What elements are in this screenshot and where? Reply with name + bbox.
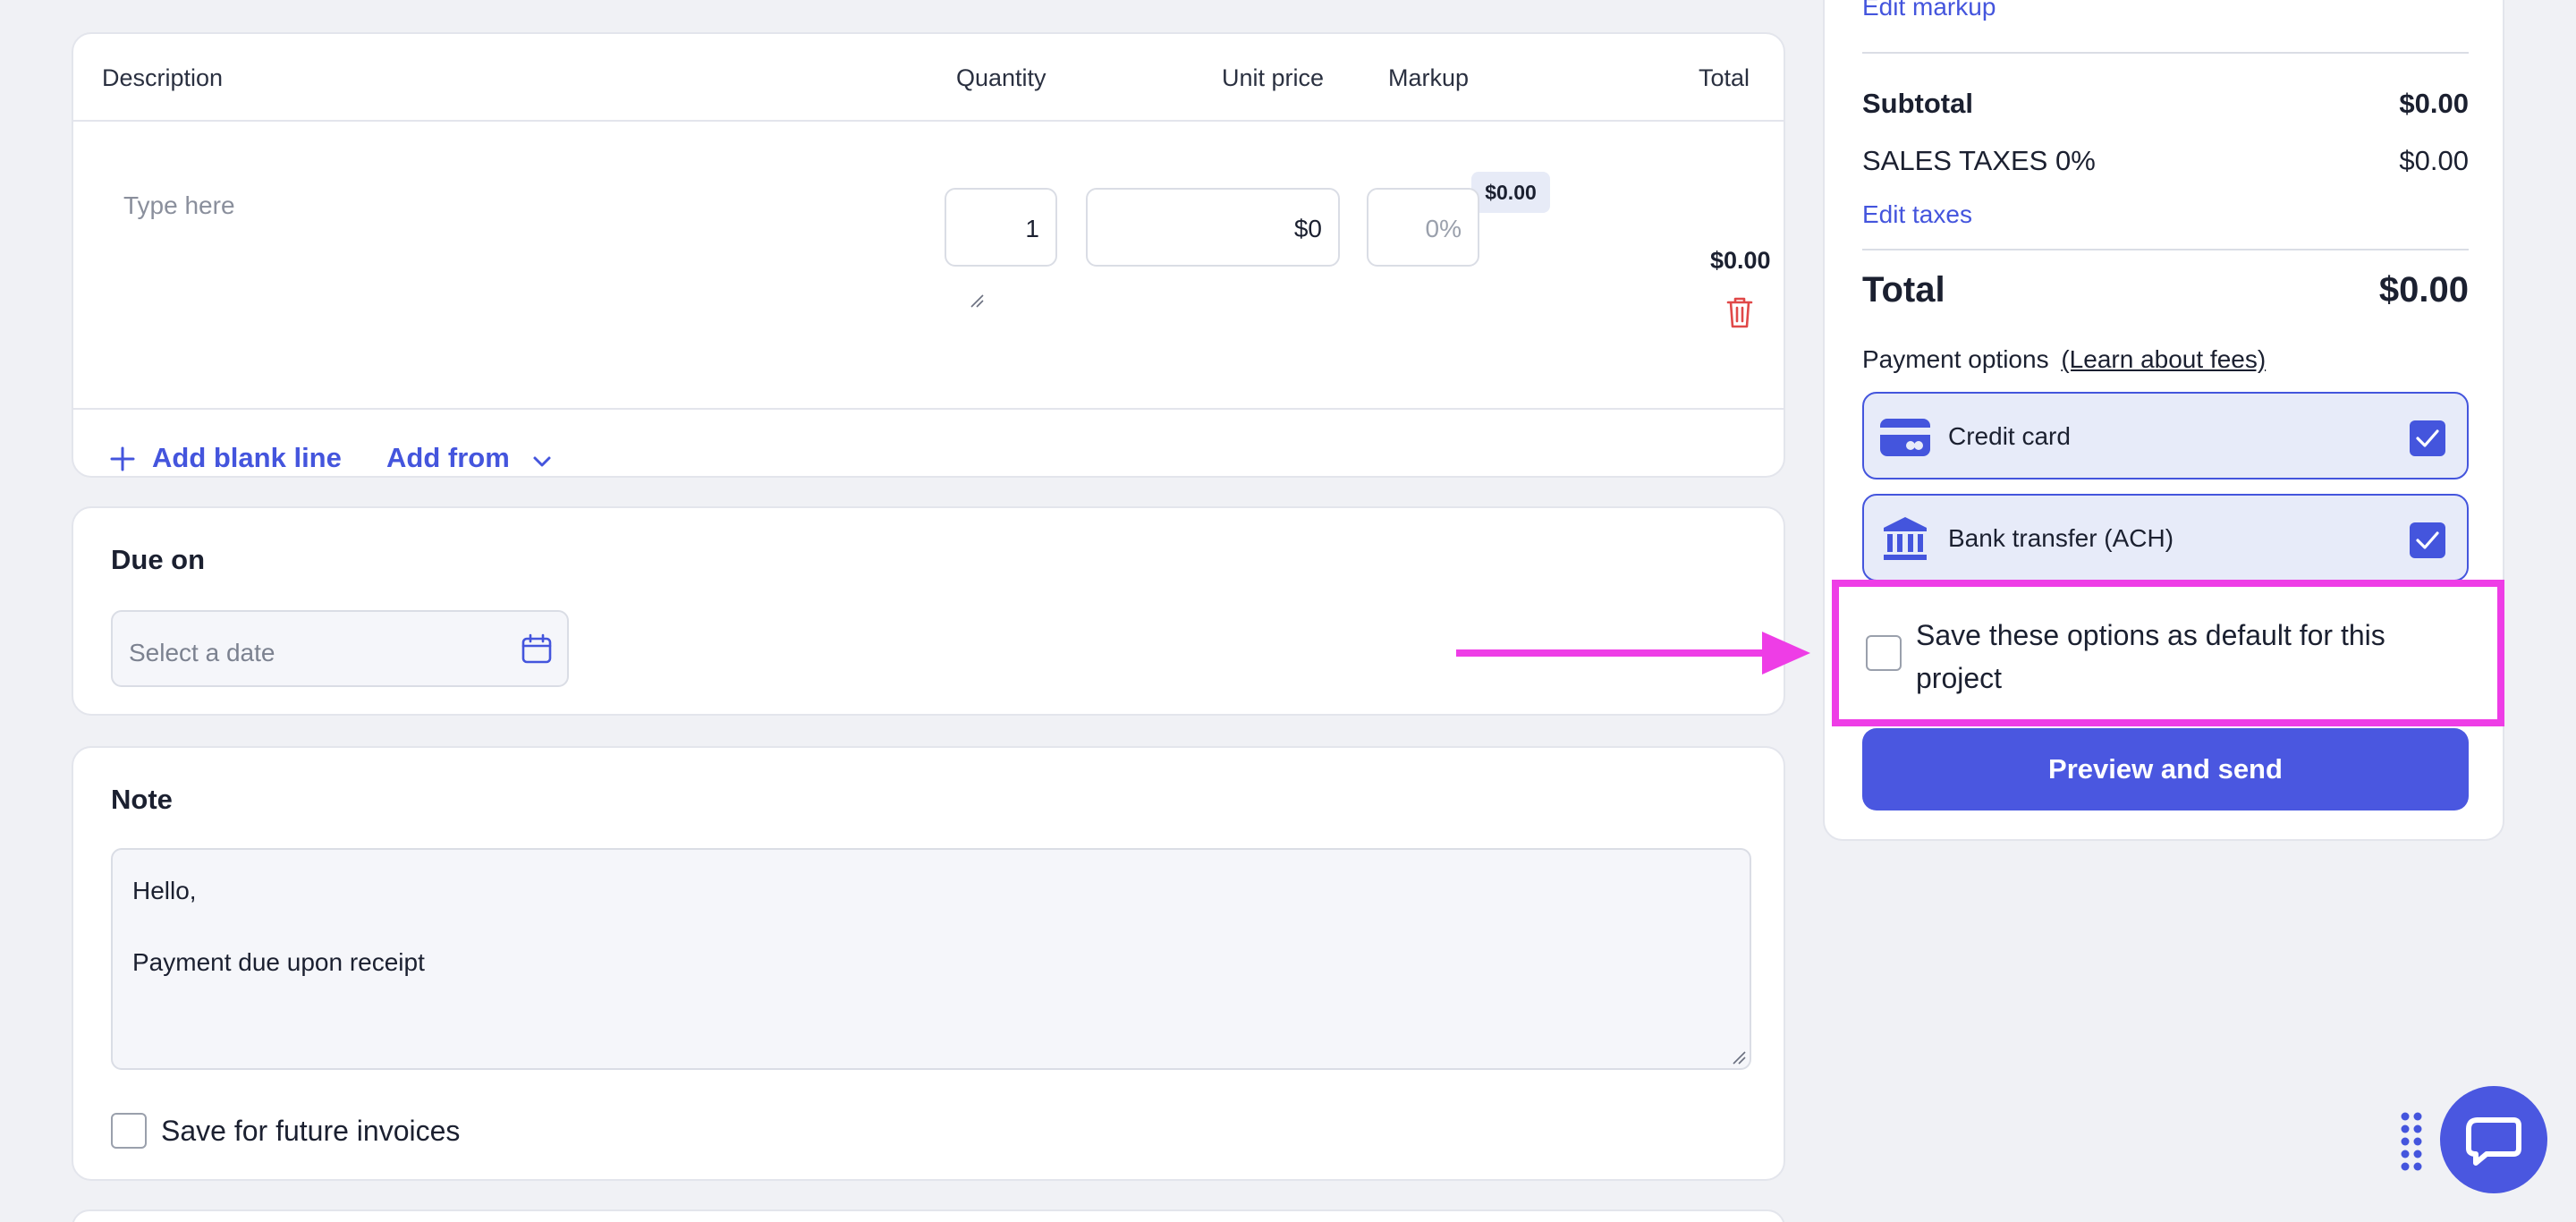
- tax-label: SALES TAXES 0%: [1862, 145, 2096, 176]
- header-unit-price: Unit price: [1222, 64, 1325, 91]
- add-from-dropdown[interactable]: Add from: [386, 442, 565, 478]
- subtotal-label: Subtotal: [1862, 88, 1973, 119]
- check-icon: [2416, 531, 2439, 549]
- total-value: $0.00: [2378, 270, 2469, 310]
- quantity-value: 1: [1025, 215, 1039, 242]
- chat-icon: [2466, 1117, 2521, 1166]
- due-on-title: Due on: [111, 544, 206, 575]
- edit-taxes-link[interactable]: Edit taxes: [1862, 200, 1972, 229]
- header-description: Description: [102, 64, 224, 91]
- date-placeholder: Select a date: [129, 639, 275, 666]
- edit-markup-link[interactable]: Edit markup: [1862, 0, 1996, 21]
- check-icon: [2416, 429, 2439, 447]
- divider: [1862, 52, 2469, 54]
- credit-card-option[interactable]: Credit card: [1862, 392, 2469, 479]
- unit-price-input[interactable]: $0: [1086, 188, 1340, 267]
- markup-placeholder: 0%: [1425, 215, 1462, 242]
- payment-options-label: Payment options: [1862, 345, 2049, 373]
- due-on-card: Due on Select a date: [72, 506, 1785, 716]
- preview-and-send-button[interactable]: Preview and send: [1862, 728, 2469, 810]
- header-markup: Markup: [1388, 64, 1470, 91]
- note-line-2: Payment due upon receipt: [132, 948, 425, 976]
- description-textarea[interactable]: Type here: [104, 143, 989, 313]
- bank-icon: [1884, 517, 1927, 560]
- note-card: Note Hello, Payment due upon receipt Sav…: [72, 746, 1785, 1181]
- date-picker-input[interactable]: Select a date: [111, 610, 569, 687]
- bank-transfer-checkbox[interactable]: [2410, 522, 2445, 558]
- credit-card-checkbox[interactable]: [2410, 420, 2445, 456]
- plus-icon: [110, 446, 135, 471]
- save-default-line-1: Save these options as default for this: [1916, 619, 2385, 651]
- add-blank-line-label: Add blank line: [152, 442, 342, 473]
- quantity-input[interactable]: 1: [945, 188, 1057, 267]
- line-items-header: Description Quantity Unit price Markup T…: [73, 34, 1784, 122]
- calendar-icon[interactable]: [521, 633, 553, 666]
- note-textarea[interactable]: Hello, Payment due upon receipt: [111, 848, 1751, 1070]
- header-quantity: Quantity: [956, 64, 1046, 91]
- save-default-checkbox[interactable]: [1866, 635, 1902, 671]
- resize-grip-icon[interactable]: [970, 293, 984, 308]
- highlight-box: Save these options as default for this p…: [1832, 580, 2504, 726]
- row-total: $0.00: [1710, 247, 1771, 274]
- markup-input[interactable]: 0%: [1367, 188, 1479, 267]
- header-total: Total: [1699, 64, 1750, 91]
- save-default-line-2: project: [1916, 662, 2003, 694]
- annotation-arrow: [1456, 632, 1810, 675]
- credit-card-icon: [1880, 419, 1930, 456]
- divider: [1862, 249, 2469, 250]
- add-from-label: Add from: [386, 442, 510, 473]
- chevron-down-icon: [533, 456, 551, 467]
- save-default-label: Save these options as default for this p…: [1916, 614, 2385, 700]
- save-future-label: Save for future invoices: [161, 1115, 461, 1147]
- divider: [73, 408, 1784, 410]
- credit-card-label: Credit card: [1948, 422, 2071, 450]
- total-label: Total: [1862, 270, 1945, 310]
- invoice-editor: Description Quantity Unit price Markup T…: [0, 0, 2576, 1222]
- drag-handle-icon[interactable]: [2399, 1111, 2424, 1174]
- note-line-1: Hello,: [132, 877, 197, 904]
- tax-value: $0.00: [2399, 145, 2469, 176]
- chat-button[interactable]: [2440, 1086, 2547, 1193]
- subtotal-value: $0.00: [2399, 88, 2469, 119]
- markup-amount-badge: $0.00: [1471, 172, 1550, 213]
- payment-options-heading: Payment options (Learn about fees): [1862, 345, 2266, 374]
- learn-fees-link[interactable]: (Learn about fees): [2061, 345, 2266, 373]
- bank-transfer-option[interactable]: Bank transfer (ACH): [1862, 494, 2469, 581]
- note-title: Note: [111, 784, 173, 815]
- trash-icon[interactable]: [1724, 295, 1755, 329]
- description-placeholder: Type here: [123, 191, 235, 219]
- next-card: [72, 1209, 1785, 1222]
- save-future-checkbox[interactable]: [111, 1113, 147, 1149]
- unit-price-value: $0: [1293, 215, 1322, 242]
- resize-grip-icon[interactable]: [1732, 1050, 1746, 1065]
- line-items-card: Description Quantity Unit price Markup T…: [72, 32, 1785, 478]
- bank-transfer-label: Bank transfer (ACH): [1948, 524, 2174, 552]
